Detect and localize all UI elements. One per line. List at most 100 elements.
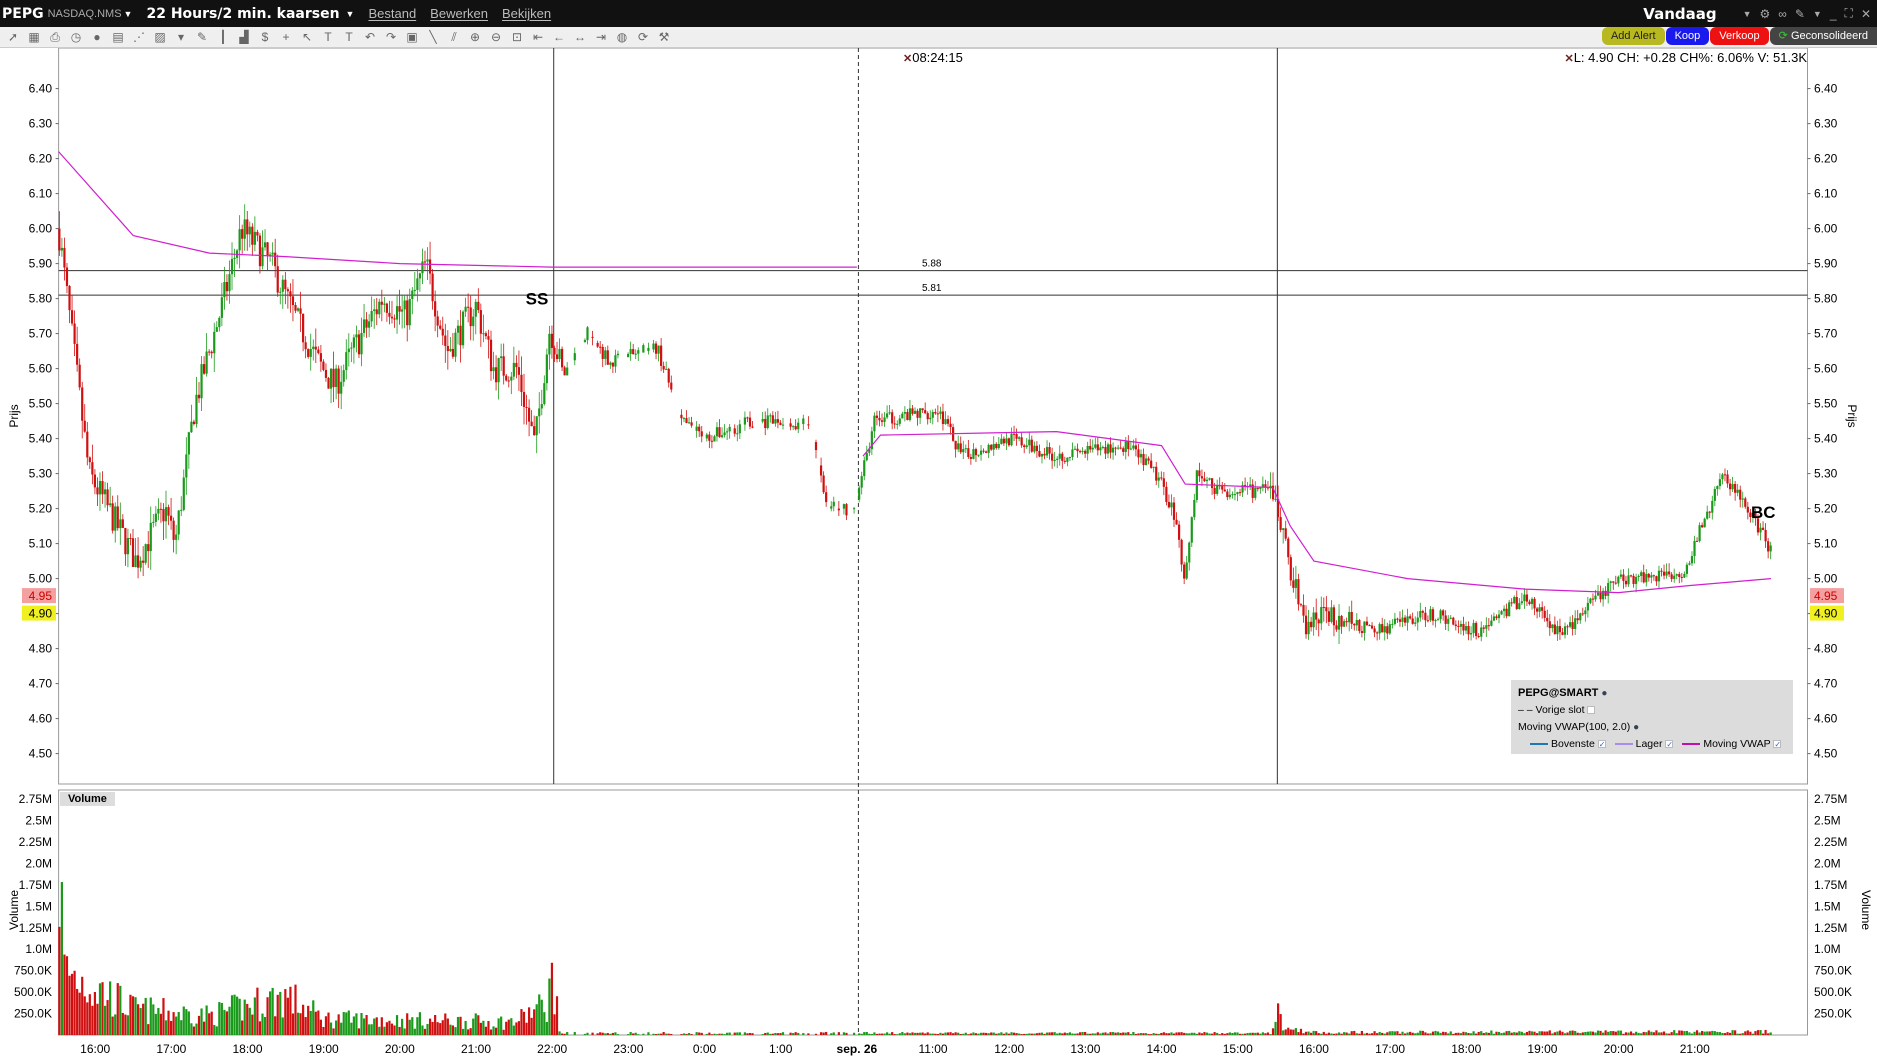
candle-body <box>969 457 972 459</box>
candle-body <box>200 364 203 399</box>
crosshair-icon[interactable]: + <box>279 30 293 44</box>
pin-icon[interactable]: ✎ <box>1795 7 1805 21</box>
candle-body <box>241 229 244 239</box>
volume-bar <box>1200 1033 1204 1035</box>
menu-bekijken[interactable]: Bekijken <box>502 6 551 21</box>
fan-icon[interactable]: ⫽ <box>447 30 461 45</box>
volume-bar <box>340 1022 343 1035</box>
clock-icon[interactable]: ◷ <box>69 30 83 44</box>
print-icon[interactable]: ⎙ <box>48 30 62 45</box>
symbol[interactable]: PEPG <box>2 6 44 22</box>
grid-icon[interactable]: ▦ <box>27 30 41 44</box>
sell-button[interactable]: Verkoop <box>1710 27 1769 45</box>
chart-settings-icon[interactable]: ▤ <box>111 30 125 44</box>
maximize-icon[interactable]: ⛶ <box>1845 6 1853 21</box>
undo-icon[interactable]: ↶ <box>363 30 377 44</box>
candle-body <box>340 381 343 394</box>
volume-bar <box>284 989 287 1035</box>
text-note-icon[interactable]: T <box>342 30 356 44</box>
candle-body <box>764 418 767 429</box>
volume-bar <box>1657 1032 1661 1035</box>
scroll-start-icon[interactable]: ⇤ <box>531 30 545 44</box>
annotation-icon[interactable]: ▣ <box>405 30 419 44</box>
text-icon[interactable]: T <box>321 30 335 44</box>
buy-button[interactable]: Koop <box>1665 27 1710 45</box>
price-chart[interactable]: 6.40 6.40 6.30 6.30 6.20 6.20 6.10 6.10 6.00 6.00… <box>0 48 1877 1058</box>
wrench-icon[interactable]: ⚒ <box>657 30 671 44</box>
gear-icon[interactable]: ⚙ <box>1760 7 1771 21</box>
menu-bewerken[interactable]: Bewerken <box>430 6 488 21</box>
scroll-left-icon[interactable]: ← <box>552 30 566 44</box>
menu-dropdown-icon[interactable]: ▼ <box>1813 9 1822 19</box>
volume-bar <box>1525 1031 1529 1035</box>
volume-bar <box>332 1028 335 1035</box>
refresh-icon[interactable]: ⟳ <box>636 30 650 44</box>
volume-bar <box>629 1032 632 1035</box>
volume-bar <box>1094 1033 1097 1035</box>
candle-body <box>1706 511 1709 519</box>
order-actions: Add Alert Koop Verkoop ⟳ Geconsolideerd <box>1601 27 1877 45</box>
redo-icon[interactable]: ↷ <box>384 30 398 44</box>
volume-bar <box>527 1007 531 1035</box>
vwap-checkbox[interactable]: ✓ <box>1773 740 1782 749</box>
minimize-icon[interactable]: _ <box>1830 7 1837 21</box>
volume-bar <box>990 1032 993 1035</box>
zoom-out-icon[interactable]: ⊖ <box>489 30 503 44</box>
dollar-icon[interactable]: $ <box>258 30 272 44</box>
dropdown-icon[interactable]: ▾ <box>174 30 188 44</box>
volume-bar <box>271 987 274 1035</box>
exchange[interactable]: NASDAQ.NMS <box>48 8 122 20</box>
range-selector[interactable]: Vandaag <box>1643 5 1716 23</box>
cursor-icon[interactable]: ➚ <box>6 30 20 44</box>
lower-checkbox[interactable]: ✓ <box>1665 740 1674 749</box>
globe-icon[interactable]: ◍ <box>615 30 629 44</box>
volume-bar <box>1510 1032 1513 1035</box>
candle-body <box>1101 446 1105 448</box>
add-alert-button[interactable]: Add Alert <box>1601 27 1665 45</box>
candle-body <box>202 364 206 374</box>
volume-bar <box>360 1012 363 1035</box>
fit-icon[interactable]: ⊡ <box>510 30 524 44</box>
volume-bar <box>177 1012 180 1035</box>
volume-bar <box>992 1032 995 1035</box>
prev-close-checkbox[interactable] <box>1587 706 1596 715</box>
volume-bar <box>908 1033 912 1035</box>
line-icon[interactable]: ╲ <box>426 30 440 44</box>
candle-body <box>368 321 371 328</box>
layout-icon[interactable]: ▨ <box>153 30 167 44</box>
candle-body <box>294 304 297 311</box>
globe-icon[interactable]: ● <box>1601 688 1607 699</box>
scroll-end-icon[interactable]: ⇥ <box>594 30 608 44</box>
range-dropdown-icon[interactable]: ▼ <box>1743 9 1752 19</box>
volume-bar <box>1292 1029 1295 1035</box>
scroll-both-icon[interactable]: ↔ <box>573 30 587 44</box>
close-readout-icon[interactable]: ✕ <box>1564 53 1573 65</box>
volume-bar <box>380 1017 383 1035</box>
volume-icon[interactable]: ▟ <box>237 30 251 44</box>
volume-axis-label: Volume <box>7 890 21 930</box>
compare-icon[interactable]: ⋰ <box>132 30 146 44</box>
pencil-icon[interactable]: ✎ <box>195 30 209 44</box>
candle-body <box>436 316 439 326</box>
symbol-dropdown-icon[interactable]: ▼ <box>124 9 133 19</box>
candle-body <box>76 343 79 365</box>
bars-icon[interactable]: ┃ <box>216 30 230 44</box>
candle-body <box>1134 445 1138 450</box>
link-icon[interactable]: ∞ <box>1778 7 1787 21</box>
circle-icon[interactable]: ● <box>90 30 104 44</box>
consolidated-button[interactable]: ⟳ Geconsolideerd <box>1769 27 1877 45</box>
candle-body <box>1693 540 1696 557</box>
arrow-icon[interactable]: ↖ <box>300 30 314 44</box>
close-readout-icon[interactable]: ✕ <box>903 53 912 65</box>
globe-icon[interactable]: ● <box>1633 722 1639 733</box>
period-selector[interactable]: 22 Hours/2 min. kaarsen <box>146 6 339 22</box>
upper-checkbox[interactable]: ✓ <box>1597 740 1606 749</box>
volume-bar <box>428 1018 432 1035</box>
period-dropdown-icon[interactable]: ▼ <box>346 9 355 19</box>
candle-body <box>1675 574 1678 576</box>
volume-bar <box>1081 1032 1084 1035</box>
volume-bar <box>1401 1031 1404 1035</box>
menu-bestand[interactable]: Bestand <box>368 6 416 21</box>
zoom-in-icon[interactable]: ⊕ <box>468 30 482 44</box>
close-icon[interactable]: ✕ <box>1861 7 1871 21</box>
